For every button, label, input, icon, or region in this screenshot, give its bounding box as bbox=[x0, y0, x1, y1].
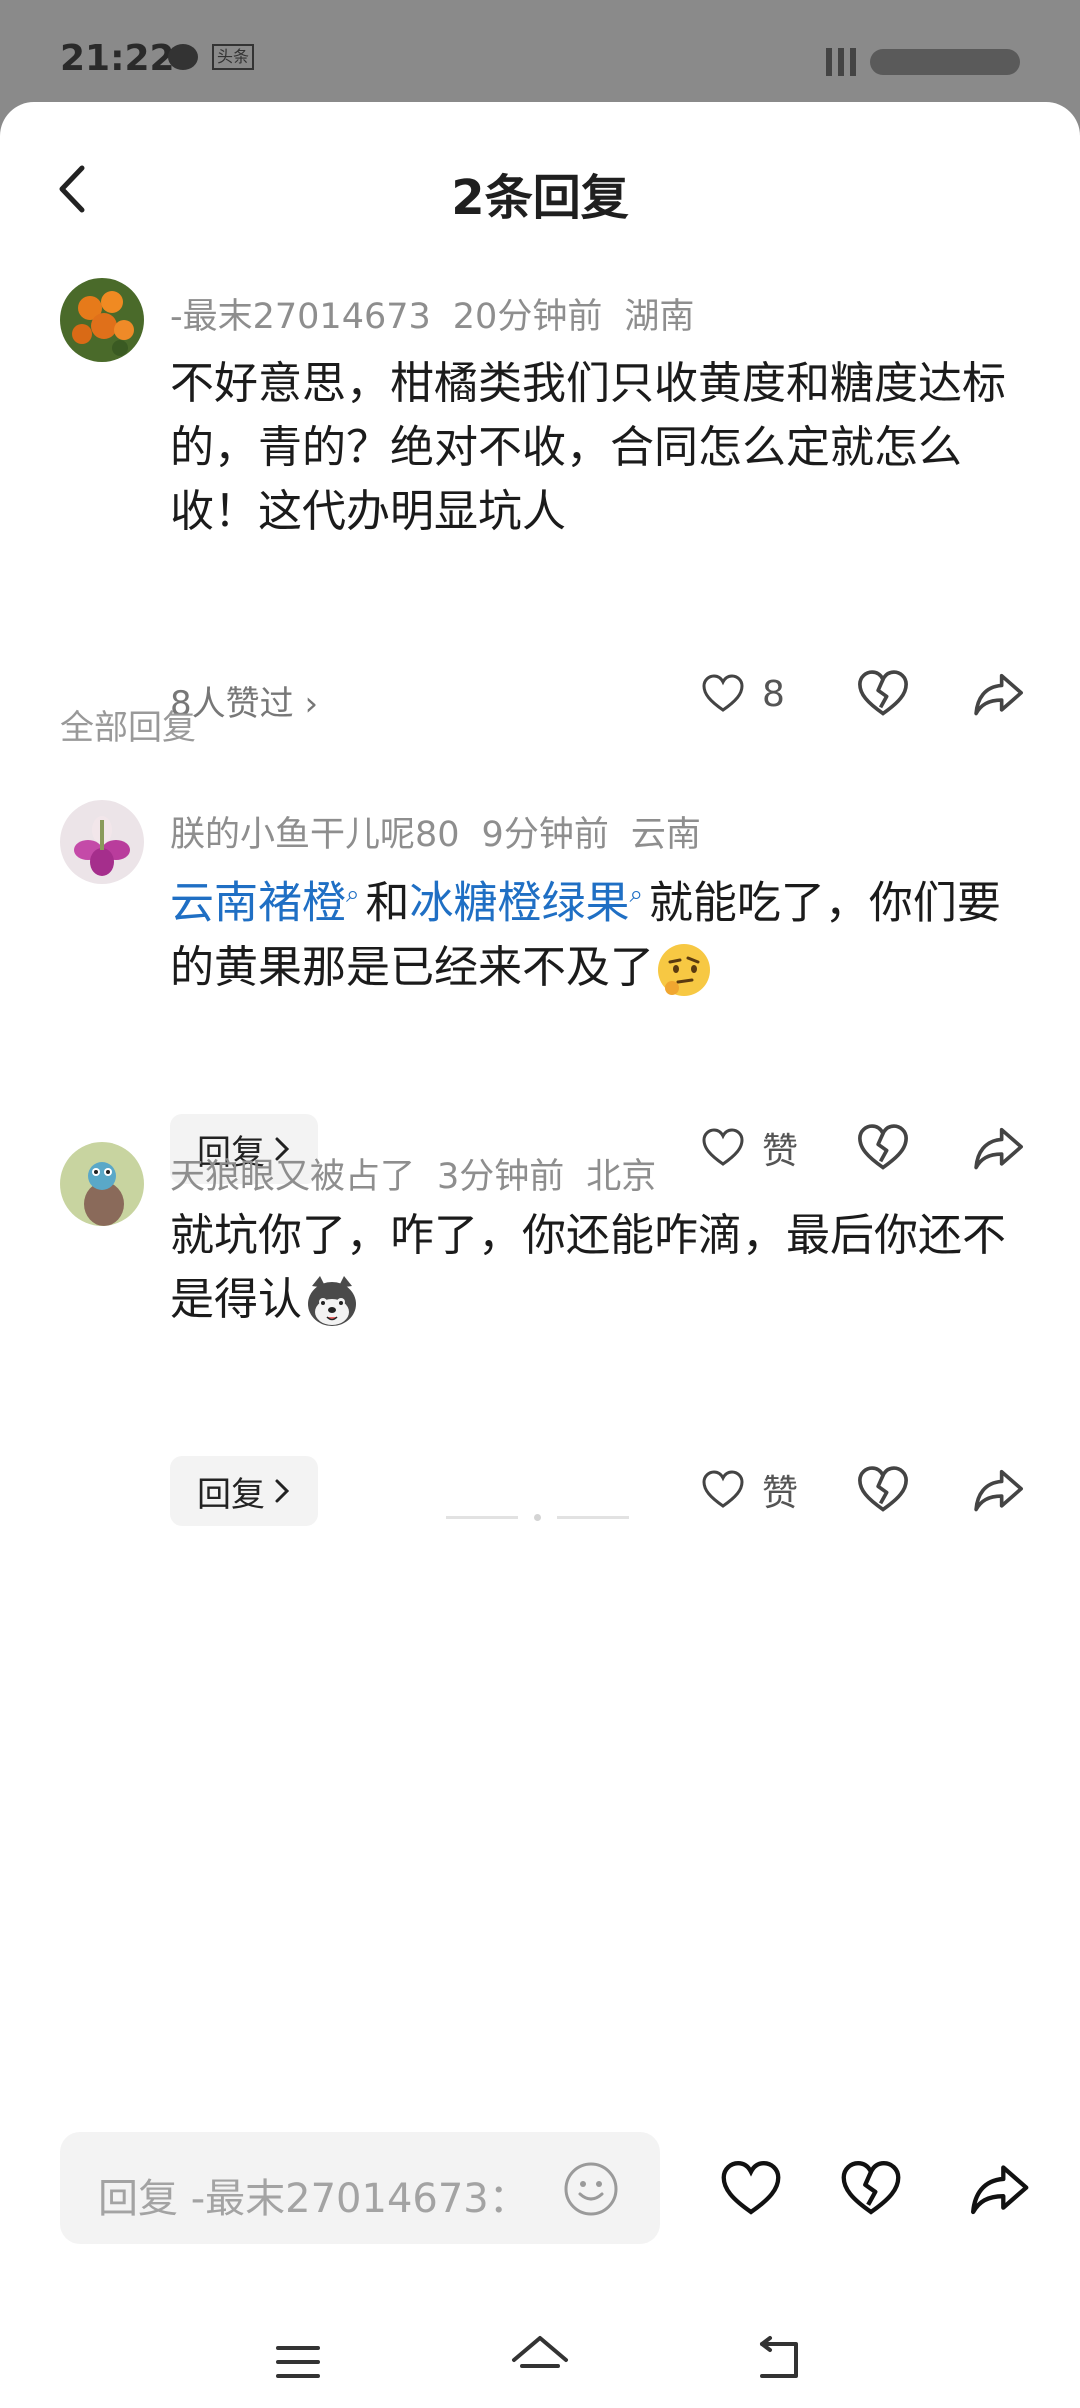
text-segment: 就坑你了，咋了，你还能咋滴，最后你还不是得认 bbox=[170, 1210, 1006, 1325]
username[interactable]: -最末27014673 bbox=[170, 297, 431, 337]
username[interactable]: 朕的小鱼干儿呢80 bbox=[170, 815, 460, 855]
share-button[interactable] bbox=[970, 666, 1026, 722]
page-title: 2条回复 bbox=[451, 170, 629, 226]
recent-apps-button[interactable] bbox=[270, 2334, 326, 2390]
reply-input[interactable]: 回复 -最末27014673： bbox=[60, 2132, 660, 2244]
comment-meta: 朕的小鱼干儿呢80 9分钟前 云南 bbox=[170, 806, 723, 857]
search-icon: ⌕ bbox=[629, 880, 643, 908]
dislike-button[interactable] bbox=[855, 1462, 911, 1518]
signal-icon bbox=[826, 48, 832, 76]
battery-icon bbox=[870, 49, 1020, 75]
heart-icon bbox=[702, 1128, 744, 1166]
like-button[interactable]: 赞 bbox=[700, 1118, 798, 1178]
heart-icon bbox=[702, 1470, 744, 1508]
broken-heart-icon bbox=[858, 1466, 908, 1512]
comment-text: 云南褚橙⌕ 和冰糖橙绿果⌕ 就能吃了，你们要的黄果那是已经来不及了 bbox=[170, 862, 1020, 1000]
broken-heart-icon bbox=[841, 2161, 901, 2215]
status-bar: 21:22 头条 bbox=[0, 0, 1080, 100]
topic-link[interactable]: 云南褚橙 bbox=[170, 878, 346, 929]
status-indicators bbox=[826, 48, 1020, 76]
search-icon: ⌕ bbox=[346, 880, 360, 908]
home-icon bbox=[512, 2336, 568, 2368]
system-back-button[interactable] bbox=[752, 2332, 808, 2388]
text-segment: 和 bbox=[365, 877, 410, 929]
like-count: 8 bbox=[762, 673, 785, 715]
home-button[interactable] bbox=[508, 2330, 572, 2390]
wechat-icon bbox=[168, 44, 198, 70]
toutiao-badge: 头条 bbox=[212, 44, 255, 70]
location: 北京 bbox=[586, 1157, 657, 1197]
location: 湖南 bbox=[624, 297, 695, 337]
smile-icon bbox=[564, 2162, 618, 2216]
signal-icon bbox=[838, 48, 844, 76]
comment-meta: 天狼眼又被占了 3分钟前 北京 bbox=[170, 1148, 678, 1199]
divider-line bbox=[446, 1516, 518, 1519]
like-button[interactable]: 8 bbox=[700, 664, 785, 724]
like-label: 赞 bbox=[762, 1131, 799, 1172]
orange-tree-avatar-image bbox=[60, 278, 144, 362]
bottom-like-button[interactable] bbox=[718, 2156, 784, 2222]
location: 云南 bbox=[630, 815, 701, 855]
signal-icon bbox=[850, 48, 856, 76]
dislike-button[interactable] bbox=[855, 666, 911, 722]
heart-icon bbox=[702, 674, 744, 712]
divider-line bbox=[557, 1516, 629, 1519]
topic-link[interactable]: 冰糖橙绿果 bbox=[409, 878, 629, 929]
share-icon bbox=[974, 1469, 1023, 1512]
comment-text: 就坑你了，咋了，你还能咋滴，最后你还不是得认 bbox=[170, 1204, 1020, 1332]
share-icon bbox=[971, 2165, 1029, 2215]
return-icon bbox=[760, 2336, 798, 2378]
heart-icon bbox=[721, 2161, 781, 2215]
username[interactable]: 天狼眼又被占了 bbox=[170, 1157, 415, 1197]
avatar[interactable] bbox=[60, 800, 144, 884]
dislike-button[interactable] bbox=[855, 1120, 911, 1176]
header: 2条回复 bbox=[0, 102, 1080, 272]
section-label: 全部回复 bbox=[60, 708, 196, 748]
creature-avatar-image bbox=[60, 1142, 144, 1226]
divider-dot bbox=[534, 1514, 541, 1521]
share-icon bbox=[974, 673, 1023, 716]
system-nav-bar bbox=[0, 2312, 1080, 2408]
like-label: 赞 bbox=[762, 1473, 799, 1514]
share-button[interactable] bbox=[970, 1120, 1026, 1176]
comment-meta: -最末27014673 20分钟前 湖南 bbox=[170, 288, 716, 339]
orchid-avatar-image bbox=[60, 800, 144, 884]
end-of-list-indicator bbox=[446, 1514, 629, 1521]
timestamp: 20分钟前 bbox=[452, 297, 603, 337]
husky-dog-emoji bbox=[308, 1276, 356, 1326]
reply-input-placeholder: 回复 -最末27014673： bbox=[98, 2176, 529, 2222]
replies-sheet: 2条回复 -最末27014673 20分钟前 湖南 不好意思，柑橘类我们只收黄度和糖… bbox=[0, 102, 1080, 2408]
menu-icon bbox=[276, 2346, 320, 2378]
share-icon bbox=[974, 1127, 1023, 1170]
timestamp: 3分钟前 bbox=[437, 1157, 565, 1197]
broken-heart-icon bbox=[858, 670, 908, 716]
comment-text: 不好意思，柑橘类我们只收黄度和糖度达标的，青的？绝对不收，合同怎么定就怎么收！这… bbox=[170, 358, 1006, 537]
status-app-icons: 头条 bbox=[168, 44, 255, 70]
share-button[interactable] bbox=[970, 1462, 1026, 1518]
bottom-dislike-button[interactable] bbox=[838, 2156, 904, 2222]
thinking-face-emoji bbox=[658, 943, 710, 996]
avatar[interactable] bbox=[60, 278, 144, 362]
bottom-share-button[interactable] bbox=[964, 2156, 1034, 2222]
status-time: 21:22 bbox=[60, 38, 175, 79]
like-button[interactable]: 赞 bbox=[700, 1460, 798, 1520]
avatar[interactable] bbox=[60, 1142, 144, 1226]
emoji-button[interactable] bbox=[562, 2160, 620, 2218]
broken-heart-icon bbox=[858, 1124, 908, 1170]
timestamp: 9分钟前 bbox=[481, 815, 609, 855]
